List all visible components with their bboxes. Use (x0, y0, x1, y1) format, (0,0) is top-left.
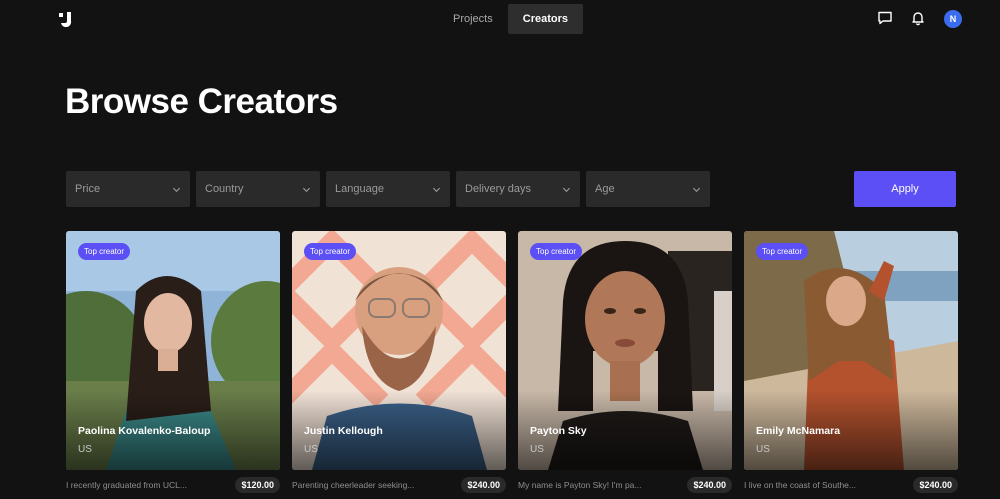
user-avatar[interactable]: N (944, 10, 962, 28)
creator-photo: Top creator Paolina Kovalenko-Baloup US (66, 231, 280, 470)
price-badge: $120.00 (235, 477, 280, 493)
creator-photo: Top creator Justin Kellough US (292, 231, 506, 470)
nav-tab-creators[interactable]: Creators (507, 4, 583, 34)
filter-label: Language (335, 183, 384, 195)
creator-description: My name is Payton Sky! I'm pa... (518, 480, 642, 490)
chevron-down-icon (562, 187, 571, 192)
nav-tab-projects[interactable]: Projects (438, 4, 508, 34)
price-badge: $240.00 (913, 477, 958, 493)
chevron-down-icon (302, 187, 311, 192)
filter-country[interactable]: Country (196, 171, 320, 207)
creator-name: Emily McNamara (756, 425, 841, 437)
creator-card[interactable]: Top creator Paolina Kovalenko-Baloup US … (66, 231, 280, 498)
card-footer: Parenting cheerleader seeking... $240.00 (292, 470, 506, 498)
filter-language[interactable]: Language (326, 171, 450, 207)
creator-photo: Top creator Emily McNamara US (744, 231, 958, 470)
creator-name: Justin Kellough (304, 425, 383, 437)
top-creator-badge: Top creator (78, 243, 131, 260)
filter-delivery-days[interactable]: Delivery days (456, 171, 580, 207)
apply-button[interactable]: Apply (854, 171, 956, 207)
card-footer: My name is Payton Sky! I'm pa... $240.00 (518, 470, 732, 498)
price-badge: $240.00 (687, 477, 732, 493)
filter-price[interactable]: Price (66, 171, 190, 207)
price-badge: $240.00 (461, 477, 506, 493)
creator-country: US (78, 444, 92, 455)
creator-name: Paolina Kovalenko-Baloup (78, 425, 211, 437)
creator-country: US (530, 444, 544, 455)
top-creator-badge: Top creator (756, 243, 809, 260)
filter-bar: Price Country Language Delivery days Age (66, 171, 710, 207)
card-footer: I live on the coast of Southe... $240.00 (744, 470, 958, 498)
card-footer: I recently graduated from UCL... $120.00 (66, 470, 280, 498)
filter-label: Age (595, 183, 615, 195)
creator-country: US (304, 444, 318, 455)
creator-description: I live on the coast of Southe... (744, 480, 856, 490)
chevron-down-icon (692, 187, 701, 192)
filter-label: Delivery days (465, 183, 532, 195)
creator-grid: Top creator Paolina Kovalenko-Baloup US … (66, 231, 958, 498)
top-creator-badge: Top creator (304, 243, 357, 260)
chevron-down-icon (432, 187, 441, 192)
creator-name: Payton Sky (530, 425, 587, 437)
creator-card[interactable]: Top creator Payton Sky US My name is Pay… (518, 231, 732, 498)
bell-icon[interactable] (910, 10, 926, 26)
chat-bubble-icon[interactable] (877, 10, 893, 26)
creator-country: US (756, 444, 770, 455)
creator-card[interactable]: Top creator Justin Kellough US Parenting… (292, 231, 506, 498)
main-nav: Projects Creators (438, 4, 583, 34)
chevron-down-icon (172, 187, 181, 192)
filter-label: Price (75, 183, 101, 195)
creator-description: I recently graduated from UCL... (66, 480, 187, 490)
creator-photo: Top creator Payton Sky US (518, 231, 732, 470)
page-title: Browse Creators (65, 82, 338, 121)
filter-label: Country (205, 183, 244, 195)
filter-age[interactable]: Age (586, 171, 710, 207)
top-creator-badge: Top creator (530, 243, 583, 260)
creator-card[interactable]: Top creator Emily McNamara US I live on … (744, 231, 958, 498)
creator-description: Parenting cheerleader seeking... (292, 480, 415, 490)
brand-logo-icon[interactable] (58, 11, 74, 28)
